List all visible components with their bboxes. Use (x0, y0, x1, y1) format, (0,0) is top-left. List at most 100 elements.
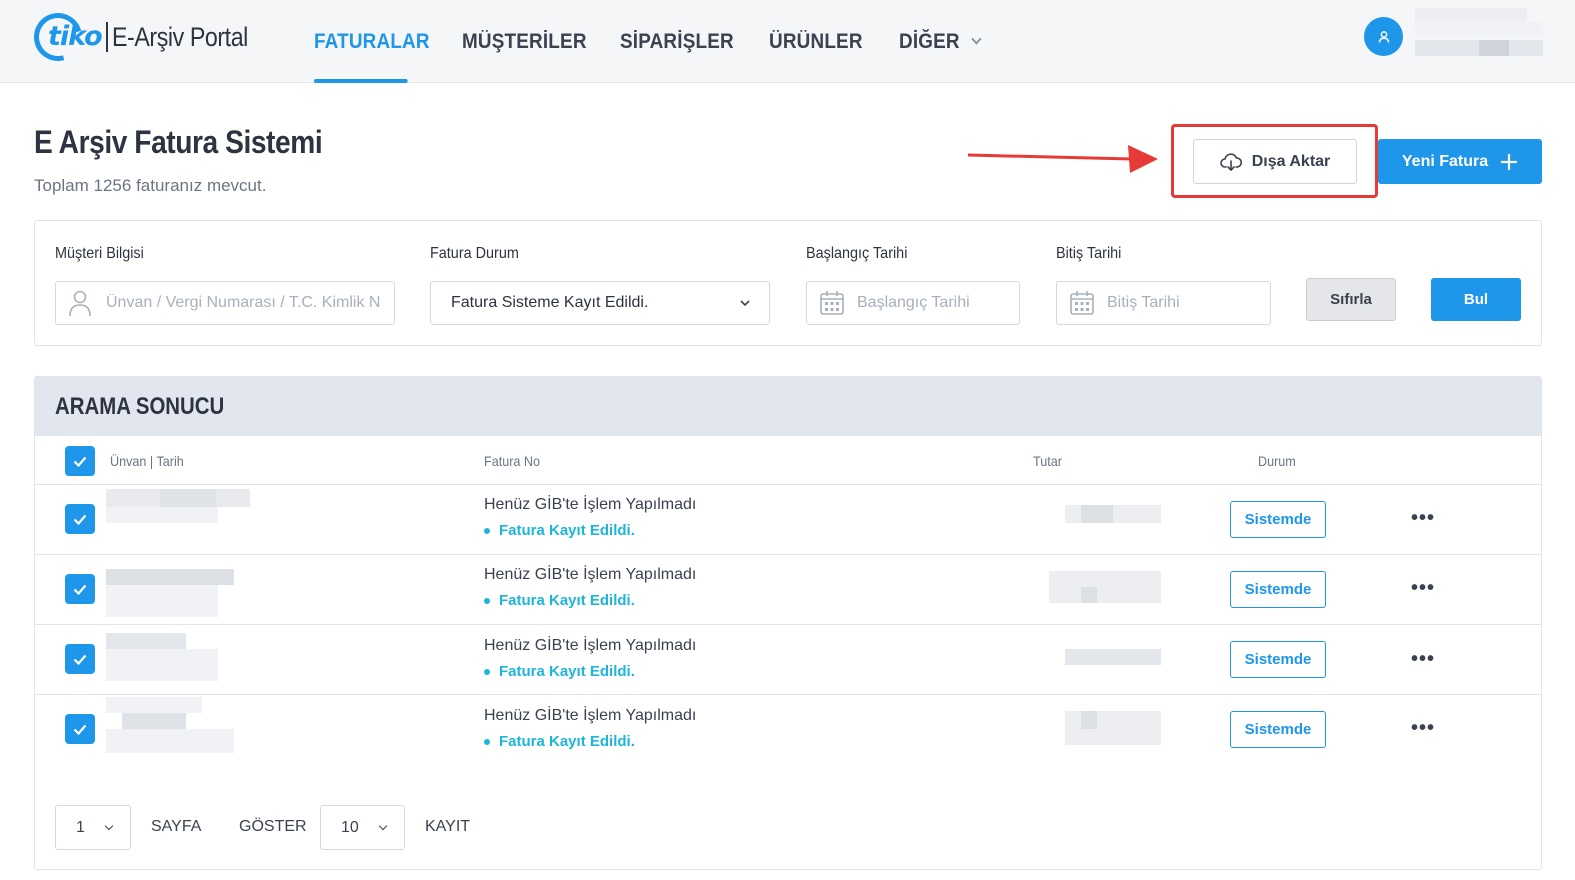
row-checkbox[interactable] (65, 714, 95, 744)
results-title: ARAMA SONUCU (55, 393, 225, 420)
tiko-logo-icon: tiko (25, 4, 104, 70)
end-date-input[interactable] (1107, 294, 1270, 312)
status-badge[interactable]: Sistemde (1230, 641, 1326, 678)
user-name-redacted (1415, 8, 1543, 58)
record-status: Fatura Kayıt Edildi. (484, 733, 635, 750)
row-divider (35, 484, 1541, 485)
chevron-down-icon (378, 821, 388, 831)
check-icon (73, 584, 87, 595)
portal-title: E-Arşiv Portal (112, 21, 248, 52)
plus-icon (1501, 153, 1518, 170)
cloud-download-icon (1219, 152, 1242, 171)
more-options-icon[interactable]: ••• (1411, 577, 1435, 600)
record-status-label: Fatura Kayıt Edildi. (499, 663, 635, 680)
row-checkbox[interactable] (65, 644, 95, 674)
find-button[interactable]: Bul (1431, 278, 1521, 321)
new-invoice-label: Yeni Fatura (1401, 152, 1489, 170)
row-checkbox[interactable] (65, 504, 95, 534)
status-dot-icon (484, 738, 490, 745)
export-label: Dışa Aktar (1251, 152, 1331, 170)
end-date-field[interactable] (1056, 281, 1271, 325)
more-options-icon[interactable]: ••• (1411, 717, 1435, 740)
record-status: Fatura Kayıt Edildi. (484, 663, 635, 680)
user-icon (69, 290, 91, 317)
show-label: GÖSTER (239, 818, 307, 835)
page-select[interactable]: 1 (55, 805, 131, 850)
status-dot-icon (484, 597, 490, 604)
row-divider (35, 554, 1541, 555)
gib-status: Henüz GİB'te İşlem Yapılmadı (484, 566, 697, 583)
end-date-label: Bitiş Tarihi (1056, 245, 1122, 262)
column-header-status: Durum (1258, 453, 1296, 469)
results-panel: ARAMA SONUCU Ünvan | Tarih Fatura No Tut… (34, 376, 1542, 870)
logo-divider (106, 22, 108, 52)
gib-status: Henüz GİB'te İşlem Yapılmadı (484, 637, 697, 654)
more-options-icon[interactable]: ••• (1411, 648, 1435, 671)
select-all-checkbox[interactable] (65, 446, 95, 476)
more-options-icon[interactable]: ••• (1411, 507, 1435, 530)
record-status: Fatura Kayıt Edildi. (484, 522, 635, 539)
check-icon (73, 456, 87, 467)
nav-item-siparisler[interactable]: SİPARİŞLER (620, 0, 734, 83)
start-date-input[interactable] (857, 294, 1019, 312)
check-icon (73, 514, 87, 525)
record-status-label: Fatura Kayıt Edildi. (499, 592, 635, 609)
record-status-label: Fatura Kayıt Edildi. (499, 522, 635, 539)
top-navbar: tiko E-Arşiv Portal FATURALAR MÜŞTERİLER… (0, 0, 1575, 83)
record-status-label: Fatura Kayıt Edildi. (499, 733, 635, 750)
nav-item-diger[interactable]: DİĞER (899, 0, 982, 83)
row-divider (35, 694, 1541, 695)
customer-filter-label: Müşteri Bilgisi (55, 245, 144, 262)
status-badge[interactable]: Sistemde (1230, 501, 1326, 538)
calendar-icon (820, 291, 844, 315)
chevron-down-icon (970, 32, 982, 45)
row-divider (35, 624, 1541, 625)
status-badge[interactable]: Sistemde (1230, 571, 1326, 608)
nav-label: SİPARİŞLER (620, 29, 734, 53)
status-badge[interactable]: Sistemde (1230, 711, 1326, 748)
invoice-count: Toplam 1256 faturanız mevcut. (34, 176, 267, 195)
chevron-down-icon (104, 821, 114, 831)
check-icon (73, 654, 87, 665)
per-page-value: 10 (341, 818, 359, 836)
avatar[interactable] (1364, 17, 1403, 56)
start-date-field[interactable] (806, 281, 1020, 325)
column-header-name-date: Ünvan | Tarih (110, 453, 184, 469)
page-label: SAYFA (151, 818, 202, 835)
main-nav: FATURALAR MÜŞTERİLER SİPARİŞLER ÜRÜNLER … (314, 0, 989, 83)
row-checkbox[interactable] (65, 574, 95, 604)
status-select-value: Fatura Sisteme Kayıt Edildi. (451, 294, 649, 311)
gib-status: Henüz GİB'te İşlem Yapılmadı (484, 707, 697, 724)
column-header-invoice-no: Fatura No (484, 453, 541, 469)
logo[interactable]: tiko E-Arşiv Portal (25, 4, 270, 70)
annotation-arrow-icon (967, 145, 1158, 173)
record-status: Fatura Kayıt Edildi. (484, 592, 635, 609)
gib-status: Henüz GİB'te İşlem Yapılmadı (484, 496, 697, 513)
per-page-select[interactable]: 10 (320, 805, 405, 850)
nav-item-faturalar[interactable]: FATURALAR (314, 0, 430, 83)
records-label: KAYIT (425, 818, 471, 835)
status-dot-icon (484, 668, 490, 675)
check-icon (73, 724, 87, 735)
start-date-label: Başlangıç Tarihi (806, 245, 908, 262)
nav-label: FATURALAR (314, 29, 430, 53)
new-invoice-button[interactable]: Yeni Fatura (1378, 139, 1542, 184)
export-button[interactable]: Dışa Aktar (1193, 139, 1357, 184)
logo-word: tiko (48, 21, 103, 52)
nav-item-urunler[interactable]: ÜRÜNLER (769, 0, 862, 83)
page-title: E Arşiv Fatura Sistemi (34, 124, 323, 160)
customer-search-field[interactable] (55, 281, 395, 325)
column-header-amount: Tutar (1033, 453, 1062, 469)
chevron-down-icon (740, 300, 750, 307)
status-select[interactable]: Fatura Sisteme Kayıt Edildi. (430, 281, 770, 325)
customer-search-input[interactable] (106, 294, 394, 312)
nav-item-musteriler[interactable]: MÜŞTERİLER (462, 0, 586, 83)
page-select-value: 1 (76, 818, 85, 836)
reset-button[interactable]: Sıfırla (1306, 278, 1396, 321)
user-icon (1378, 30, 1389, 43)
nav-label: MÜŞTERİLER (462, 29, 587, 53)
status-filter-label: Fatura Durum (430, 245, 519, 262)
calendar-icon (1070, 291, 1094, 315)
nav-label: ÜRÜNLER (769, 29, 863, 53)
results-header: ARAMA SONUCU (35, 377, 1541, 436)
